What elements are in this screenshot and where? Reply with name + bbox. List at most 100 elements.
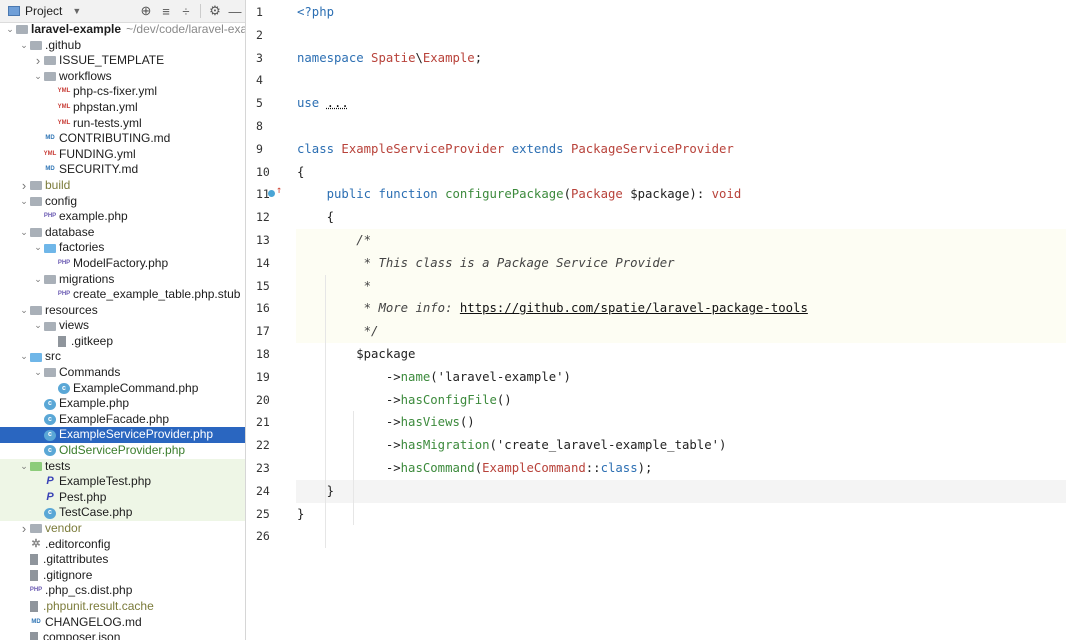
tree-item[interactable]: c ExampleServiceProvider.php (0, 427, 245, 444)
code-line[interactable]: 18 $package (246, 343, 1066, 366)
code-line[interactable]: 8 (246, 115, 1066, 138)
code-line[interactable]: 25} (246, 503, 1066, 526)
code-line[interactable]: 10 { (246, 161, 1066, 184)
chevron-down-icon[interactable]: ⌄ (18, 225, 30, 241)
tree-item[interactable]: PHP example.php (0, 209, 245, 225)
chevron-down-icon[interactable]: ▼ (72, 6, 81, 16)
chevron-right-icon[interactable]: › (18, 521, 30, 537)
code-line[interactable]: 17 */ (246, 320, 1066, 343)
tree-item[interactable]: c Example.php (0, 396, 245, 412)
implements-method-icon[interactable] (268, 190, 275, 198)
chevron-down-icon[interactable]: ⌄ (32, 69, 44, 85)
code-line[interactable]: 22 ->hasMigration('create_laravel-exampl… (246, 434, 1066, 457)
chevron-down-icon[interactable]: ⌄ (18, 303, 30, 319)
tree-item[interactable]: ⌄ resources (0, 303, 245, 319)
code-line[interactable]: 20 ->hasConfigFile() (246, 389, 1066, 412)
minimize-icon[interactable]: — (225, 4, 245, 19)
locate-icon[interactable]: ⊕ (136, 3, 156, 19)
code-line[interactable]: 13 /* (246, 229, 1066, 252)
chevron-down-icon[interactable]: ⌄ (4, 22, 16, 38)
tree-item[interactable]: ⌄ config (0, 194, 245, 210)
chevron-down-icon[interactable]: ⌄ (18, 349, 30, 365)
tree-item[interactable]: ⌄ .github (0, 38, 245, 54)
tree-item[interactable]: .phpunit.result.cache (0, 599, 245, 615)
tree-item[interactable]: PHP create_example_table.php.stub (0, 287, 245, 303)
code-line[interactable]: 4 (246, 69, 1066, 92)
tree-item[interactable]: ⌄ database (0, 225, 245, 241)
pest-file-icon: P (46, 490, 54, 503)
expand-all-icon[interactable]: ≡ (156, 4, 176, 19)
tree-item[interactable]: P Pest.php (0, 489, 245, 506)
code-line[interactable]: 5 use ... (246, 92, 1066, 115)
php-class-icon: c (58, 382, 70, 394)
tree-item[interactable]: YML run-tests.yml (0, 116, 245, 132)
tree-item[interactable]: ✲ .editorconfig (0, 537, 245, 553)
tree-item[interactable]: ⌄ workflows (0, 69, 245, 85)
code-line[interactable]: 14 * This class is a Package Service Pro… (246, 251, 1066, 275)
tree-item[interactable]: YML phpstan.yml (0, 100, 245, 116)
tree-item[interactable]: P ExampleTest.php (0, 474, 245, 490)
code-line[interactable]: 16 * More info: https://github.com/spati… (246, 297, 1066, 321)
overrides-arrow-icon[interactable]: ↑ (276, 186, 282, 196)
tree-item[interactable]: ⌄ views (0, 318, 245, 334)
tree-item[interactable]: ⌄ factories (0, 240, 245, 256)
chevron-right-icon[interactable]: › (32, 53, 44, 69)
project-view-selector[interactable]: Project (25, 4, 62, 18)
chevron-down-icon[interactable]: ⌄ (32, 272, 44, 288)
code-token[interactable]: ... (327, 96, 349, 110)
chevron-down-icon[interactable]: ⌄ (18, 194, 30, 210)
tree-item[interactable]: YML php-cs-fixer.yml (0, 84, 245, 100)
tree-item[interactable]: .gitkeep (0, 334, 245, 350)
tree-item[interactable]: PHP .php_cs.dist.php (0, 583, 245, 599)
code-line[interactable]: 9 class ExampleServiceProvider extends Pa… (246, 138, 1066, 161)
tree-item[interactable]: ⌄ tests (0, 458, 245, 475)
code-token: hasConfigFile (400, 392, 497, 407)
code-line[interactable]: 11 ↑ public function configurePackage(Pac… (246, 183, 1066, 206)
code-line[interactable]: 26 (246, 525, 1066, 548)
code-line[interactable]: 2 (246, 24, 1066, 47)
tree-item[interactable]: c TestCase.php (0, 505, 245, 521)
code-token: void (711, 187, 742, 202)
code-editor[interactable]: 1 <?php 2 3 namespace Spatie\Example; 4 5 use .… (246, 0, 1066, 640)
chevron-down-icon[interactable]: ⌄ (18, 38, 30, 54)
tree-item[interactable]: › vendor (0, 521, 245, 537)
chevron-right-icon[interactable]: › (18, 178, 30, 194)
chevron-down-icon[interactable]: ⌄ (32, 318, 44, 334)
tree-item-label: FUNDING.yml (59, 146, 136, 161)
tree-item-label: php-cs-fixer.yml (73, 84, 158, 99)
chevron-down-icon[interactable]: ⌄ (32, 240, 44, 256)
tree-item[interactable]: c ExampleFacade.php (0, 412, 245, 428)
tree-item[interactable]: MD CHANGELOG.md (0, 615, 245, 631)
code-line[interactable]: 19 ->name('laravel-example') (246, 366, 1066, 389)
gear-icon[interactable]: ⚙ (205, 3, 225, 19)
tree-item[interactable]: ⌄ src (0, 349, 245, 365)
code-token: -> (297, 392, 401, 407)
chevron-down-icon[interactable]: ⌄ (18, 459, 30, 475)
tree-item[interactable]: ⌄ migrations (0, 272, 245, 288)
collapse-all-icon[interactable]: ÷ (176, 4, 196, 19)
tree-item[interactable]: .gitattributes (0, 552, 245, 568)
tree-item[interactable]: ⌄ Commands (0, 365, 245, 381)
code-line[interactable]: 24 } (246, 479, 1066, 503)
folder-icon (44, 368, 56, 378)
tree-item[interactable]: composer.json (0, 630, 245, 640)
code-line[interactable]: 23 ->hasCommand(ExampleCommand::class); (246, 457, 1066, 480)
tree-item[interactable]: › ISSUE_TEMPLATE (0, 53, 245, 69)
tree-item-label: Pest.php (59, 489, 107, 504)
code-line[interactable]: 15 * (246, 274, 1066, 298)
tree-item[interactable]: .gitignore (0, 568, 245, 584)
tree-item[interactable]: c ExampleCommand.php (0, 381, 245, 397)
code-line[interactable]: 12 { (246, 206, 1066, 229)
tree-item[interactable]: MD CONTRIBUTING.md (0, 131, 245, 147)
code-line[interactable]: 1 <?php (246, 1, 1066, 24)
tree-item[interactable]: › build (0, 178, 245, 194)
tree-item[interactable]: PHP ModelFactory.php (0, 256, 245, 272)
code-line[interactable]: 21 ->hasViews() (246, 411, 1066, 434)
tree-item[interactable]: ⌄ laravel-example ~/dev/code/laravel-exar (0, 22, 245, 38)
tree-item[interactable]: MD SECURITY.md (0, 162, 245, 178)
code-line[interactable]: 3 namespace Spatie\Example; (246, 47, 1066, 70)
tree-item[interactable]: c OldServiceProvider.php (0, 443, 245, 459)
code-token[interactable]: https://github.com/spatie/laravel-packag… (460, 301, 808, 315)
chevron-down-icon[interactable]: ⌄ (32, 365, 44, 381)
tree-item[interactable]: YML FUNDING.yml (0, 147, 245, 163)
